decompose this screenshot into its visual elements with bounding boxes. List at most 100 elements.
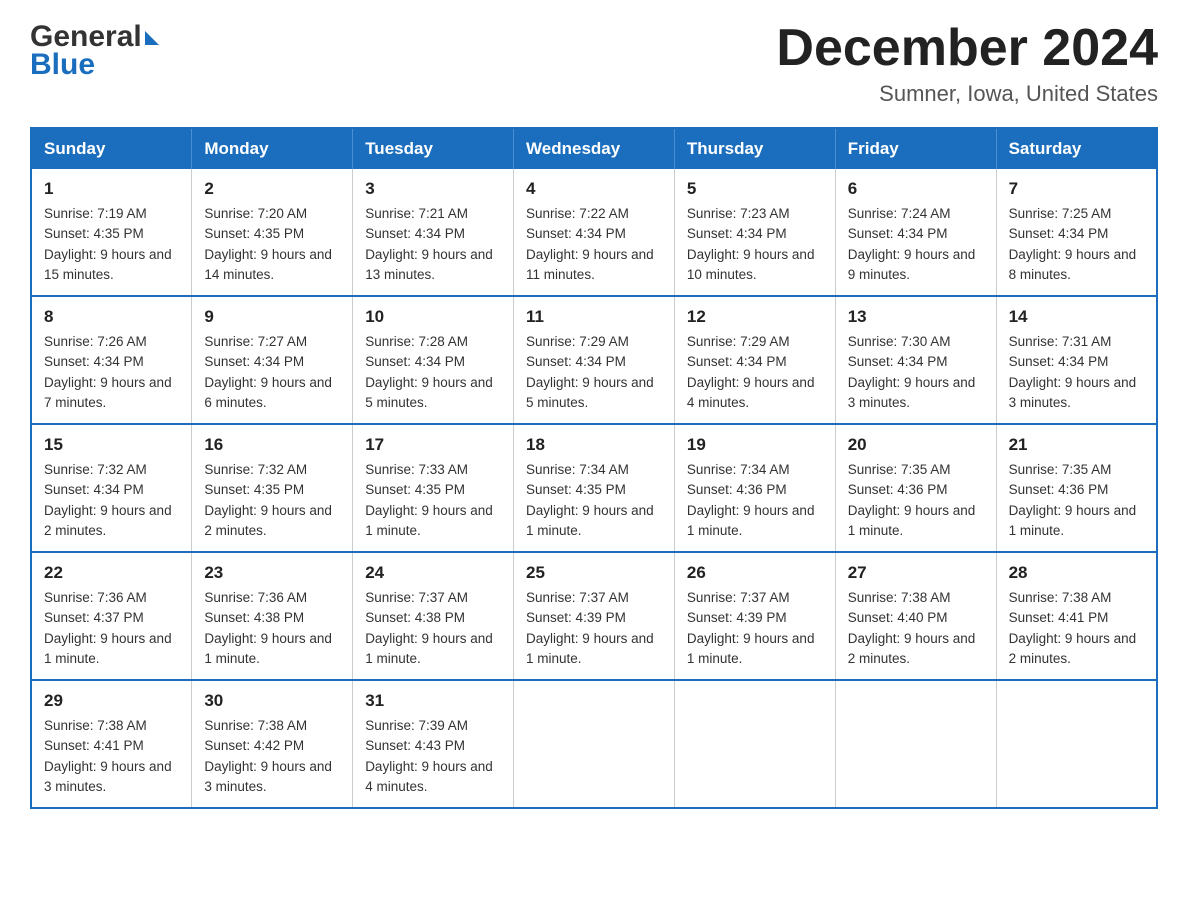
column-header-tuesday: Tuesday bbox=[353, 128, 514, 169]
day-number: 18 bbox=[526, 435, 662, 455]
day-number: 21 bbox=[1009, 435, 1144, 455]
day-number: 22 bbox=[44, 563, 179, 583]
day-info: Sunrise: 7:27 AM Sunset: 4:34 PM Dayligh… bbox=[204, 332, 340, 413]
calendar-cell: 12 Sunrise: 7:29 AM Sunset: 4:34 PM Dayl… bbox=[674, 296, 835, 424]
calendar-header-row: SundayMondayTuesdayWednesdayThursdayFrid… bbox=[31, 128, 1157, 169]
calendar-cell: 11 Sunrise: 7:29 AM Sunset: 4:34 PM Dayl… bbox=[514, 296, 675, 424]
day-info: Sunrise: 7:23 AM Sunset: 4:34 PM Dayligh… bbox=[687, 204, 823, 285]
day-number: 30 bbox=[204, 691, 340, 711]
day-info: Sunrise: 7:29 AM Sunset: 4:34 PM Dayligh… bbox=[687, 332, 823, 413]
day-info: Sunrise: 7:33 AM Sunset: 4:35 PM Dayligh… bbox=[365, 460, 501, 541]
calendar-cell: 8 Sunrise: 7:26 AM Sunset: 4:34 PM Dayli… bbox=[31, 296, 192, 424]
calendar-cell: 13 Sunrise: 7:30 AM Sunset: 4:34 PM Dayl… bbox=[835, 296, 996, 424]
calendar-week-row: 22 Sunrise: 7:36 AM Sunset: 4:37 PM Dayl… bbox=[31, 552, 1157, 680]
day-number: 28 bbox=[1009, 563, 1144, 583]
day-number: 20 bbox=[848, 435, 984, 455]
day-info: Sunrise: 7:20 AM Sunset: 4:35 PM Dayligh… bbox=[204, 204, 340, 285]
column-header-wednesday: Wednesday bbox=[514, 128, 675, 169]
column-header-sunday: Sunday bbox=[31, 128, 192, 169]
calendar-cell: 22 Sunrise: 7:36 AM Sunset: 4:37 PM Dayl… bbox=[31, 552, 192, 680]
day-number: 31 bbox=[365, 691, 501, 711]
day-number: 16 bbox=[204, 435, 340, 455]
calendar-cell: 5 Sunrise: 7:23 AM Sunset: 4:34 PM Dayli… bbox=[674, 169, 835, 296]
calendar-week-row: 29 Sunrise: 7:38 AM Sunset: 4:41 PM Dayl… bbox=[31, 680, 1157, 808]
calendar-cell: 10 Sunrise: 7:28 AM Sunset: 4:34 PM Dayl… bbox=[353, 296, 514, 424]
calendar-cell: 27 Sunrise: 7:38 AM Sunset: 4:40 PM Dayl… bbox=[835, 552, 996, 680]
calendar-cell: 19 Sunrise: 7:34 AM Sunset: 4:36 PM Dayl… bbox=[674, 424, 835, 552]
calendar-cell bbox=[674, 680, 835, 808]
column-header-monday: Monday bbox=[192, 128, 353, 169]
day-number: 9 bbox=[204, 307, 340, 327]
day-info: Sunrise: 7:38 AM Sunset: 4:42 PM Dayligh… bbox=[204, 716, 340, 797]
calendar-cell: 20 Sunrise: 7:35 AM Sunset: 4:36 PM Dayl… bbox=[835, 424, 996, 552]
day-info: Sunrise: 7:36 AM Sunset: 4:37 PM Dayligh… bbox=[44, 588, 179, 669]
day-info: Sunrise: 7:28 AM Sunset: 4:34 PM Dayligh… bbox=[365, 332, 501, 413]
day-info: Sunrise: 7:31 AM Sunset: 4:34 PM Dayligh… bbox=[1009, 332, 1144, 413]
calendar-cell: 30 Sunrise: 7:38 AM Sunset: 4:42 PM Dayl… bbox=[192, 680, 353, 808]
calendar-table: SundayMondayTuesdayWednesdayThursdayFrid… bbox=[30, 127, 1158, 809]
calendar-cell: 9 Sunrise: 7:27 AM Sunset: 4:34 PM Dayli… bbox=[192, 296, 353, 424]
calendar-cell: 23 Sunrise: 7:36 AM Sunset: 4:38 PM Dayl… bbox=[192, 552, 353, 680]
column-header-friday: Friday bbox=[835, 128, 996, 169]
calendar-cell: 17 Sunrise: 7:33 AM Sunset: 4:35 PM Dayl… bbox=[353, 424, 514, 552]
day-info: Sunrise: 7:24 AM Sunset: 4:34 PM Dayligh… bbox=[848, 204, 984, 285]
day-info: Sunrise: 7:37 AM Sunset: 4:38 PM Dayligh… bbox=[365, 588, 501, 669]
calendar-week-row: 1 Sunrise: 7:19 AM Sunset: 4:35 PM Dayli… bbox=[31, 169, 1157, 296]
day-number: 5 bbox=[687, 179, 823, 199]
calendar-cell: 2 Sunrise: 7:20 AM Sunset: 4:35 PM Dayli… bbox=[192, 169, 353, 296]
calendar-cell: 18 Sunrise: 7:34 AM Sunset: 4:35 PM Dayl… bbox=[514, 424, 675, 552]
day-info: Sunrise: 7:34 AM Sunset: 4:36 PM Dayligh… bbox=[687, 460, 823, 541]
day-number: 10 bbox=[365, 307, 501, 327]
day-number: 6 bbox=[848, 179, 984, 199]
day-number: 11 bbox=[526, 307, 662, 327]
day-info: Sunrise: 7:34 AM Sunset: 4:35 PM Dayligh… bbox=[526, 460, 662, 541]
day-number: 7 bbox=[1009, 179, 1144, 199]
day-info: Sunrise: 7:35 AM Sunset: 4:36 PM Dayligh… bbox=[1009, 460, 1144, 541]
day-number: 13 bbox=[848, 307, 984, 327]
day-info: Sunrise: 7:36 AM Sunset: 4:38 PM Dayligh… bbox=[204, 588, 340, 669]
calendar-cell: 14 Sunrise: 7:31 AM Sunset: 4:34 PM Dayl… bbox=[996, 296, 1157, 424]
day-number: 19 bbox=[687, 435, 823, 455]
calendar-cell: 25 Sunrise: 7:37 AM Sunset: 4:39 PM Dayl… bbox=[514, 552, 675, 680]
calendar-cell: 26 Sunrise: 7:37 AM Sunset: 4:39 PM Dayl… bbox=[674, 552, 835, 680]
logo-triangle-icon bbox=[145, 31, 159, 45]
day-number: 25 bbox=[526, 563, 662, 583]
calendar-cell: 15 Sunrise: 7:32 AM Sunset: 4:34 PM Dayl… bbox=[31, 424, 192, 552]
logo-blue-text: Blue bbox=[30, 48, 95, 82]
column-header-saturday: Saturday bbox=[996, 128, 1157, 169]
day-info: Sunrise: 7:26 AM Sunset: 4:34 PM Dayligh… bbox=[44, 332, 179, 413]
day-number: 4 bbox=[526, 179, 662, 199]
day-info: Sunrise: 7:32 AM Sunset: 4:35 PM Dayligh… bbox=[204, 460, 340, 541]
calendar-week-row: 15 Sunrise: 7:32 AM Sunset: 4:34 PM Dayl… bbox=[31, 424, 1157, 552]
day-number: 2 bbox=[204, 179, 340, 199]
page-header: General Blue December 2024 Sumner, Iowa,… bbox=[30, 20, 1158, 107]
logo: General Blue bbox=[30, 20, 159, 82]
day-number: 23 bbox=[204, 563, 340, 583]
calendar-cell: 16 Sunrise: 7:32 AM Sunset: 4:35 PM Dayl… bbox=[192, 424, 353, 552]
day-number: 8 bbox=[44, 307, 179, 327]
day-info: Sunrise: 7:39 AM Sunset: 4:43 PM Dayligh… bbox=[365, 716, 501, 797]
day-number: 1 bbox=[44, 179, 179, 199]
day-number: 26 bbox=[687, 563, 823, 583]
day-info: Sunrise: 7:37 AM Sunset: 4:39 PM Dayligh… bbox=[687, 588, 823, 669]
day-info: Sunrise: 7:38 AM Sunset: 4:40 PM Dayligh… bbox=[848, 588, 984, 669]
calendar-cell: 6 Sunrise: 7:24 AM Sunset: 4:34 PM Dayli… bbox=[835, 169, 996, 296]
calendar-cell: 21 Sunrise: 7:35 AM Sunset: 4:36 PM Dayl… bbox=[996, 424, 1157, 552]
day-number: 27 bbox=[848, 563, 984, 583]
calendar-cell: 31 Sunrise: 7:39 AM Sunset: 4:43 PM Dayl… bbox=[353, 680, 514, 808]
day-number: 3 bbox=[365, 179, 501, 199]
calendar-cell: 28 Sunrise: 7:38 AM Sunset: 4:41 PM Dayl… bbox=[996, 552, 1157, 680]
day-info: Sunrise: 7:32 AM Sunset: 4:34 PM Dayligh… bbox=[44, 460, 179, 541]
day-number: 12 bbox=[687, 307, 823, 327]
day-number: 15 bbox=[44, 435, 179, 455]
column-header-thursday: Thursday bbox=[674, 128, 835, 169]
day-info: Sunrise: 7:19 AM Sunset: 4:35 PM Dayligh… bbox=[44, 204, 179, 285]
day-info: Sunrise: 7:25 AM Sunset: 4:34 PM Dayligh… bbox=[1009, 204, 1144, 285]
day-info: Sunrise: 7:21 AM Sunset: 4:34 PM Dayligh… bbox=[365, 204, 501, 285]
title-section: December 2024 Sumner, Iowa, United State… bbox=[776, 20, 1158, 107]
calendar-cell: 7 Sunrise: 7:25 AM Sunset: 4:34 PM Dayli… bbox=[996, 169, 1157, 296]
day-info: Sunrise: 7:29 AM Sunset: 4:34 PM Dayligh… bbox=[526, 332, 662, 413]
day-info: Sunrise: 7:37 AM Sunset: 4:39 PM Dayligh… bbox=[526, 588, 662, 669]
day-info: Sunrise: 7:30 AM Sunset: 4:34 PM Dayligh… bbox=[848, 332, 984, 413]
calendar-cell: 24 Sunrise: 7:37 AM Sunset: 4:38 PM Dayl… bbox=[353, 552, 514, 680]
